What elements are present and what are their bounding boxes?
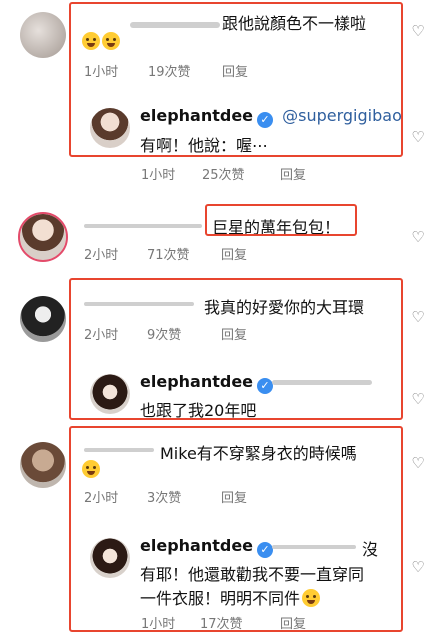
heart-outline-icon[interactable]: ♡: [411, 392, 425, 407]
highlight-box: [69, 426, 403, 632]
reply-button[interactable]: 回复: [221, 244, 247, 263]
avatar[interactable]: [20, 442, 66, 488]
heart-outline-icon[interactable]: ♡: [411, 560, 425, 575]
highlight-box: [69, 278, 403, 420]
heart-outline-icon[interactable]: ♡: [411, 130, 425, 145]
comment-time: 2小时: [84, 248, 119, 263]
heart-outline-icon[interactable]: ♡: [411, 456, 425, 471]
avatar[interactable]: [20, 296, 66, 342]
highlight-box: [205, 204, 357, 236]
reply-likes[interactable]: 25次赞: [202, 164, 245, 183]
heart-outline-icon[interactable]: ♡: [411, 230, 425, 245]
highlight-box: [69, 2, 403, 157]
story-ring: [18, 212, 68, 262]
heart-outline-icon[interactable]: ♡: [411, 24, 425, 39]
redacted-username: [84, 224, 202, 228]
reply-time: 1小时: [141, 168, 176, 183]
avatar[interactable]: [20, 12, 66, 58]
heart-outline-icon[interactable]: ♡: [411, 310, 425, 325]
comment-likes[interactable]: 71次赞: [147, 244, 190, 263]
reply-button[interactable]: 回复: [280, 164, 306, 183]
